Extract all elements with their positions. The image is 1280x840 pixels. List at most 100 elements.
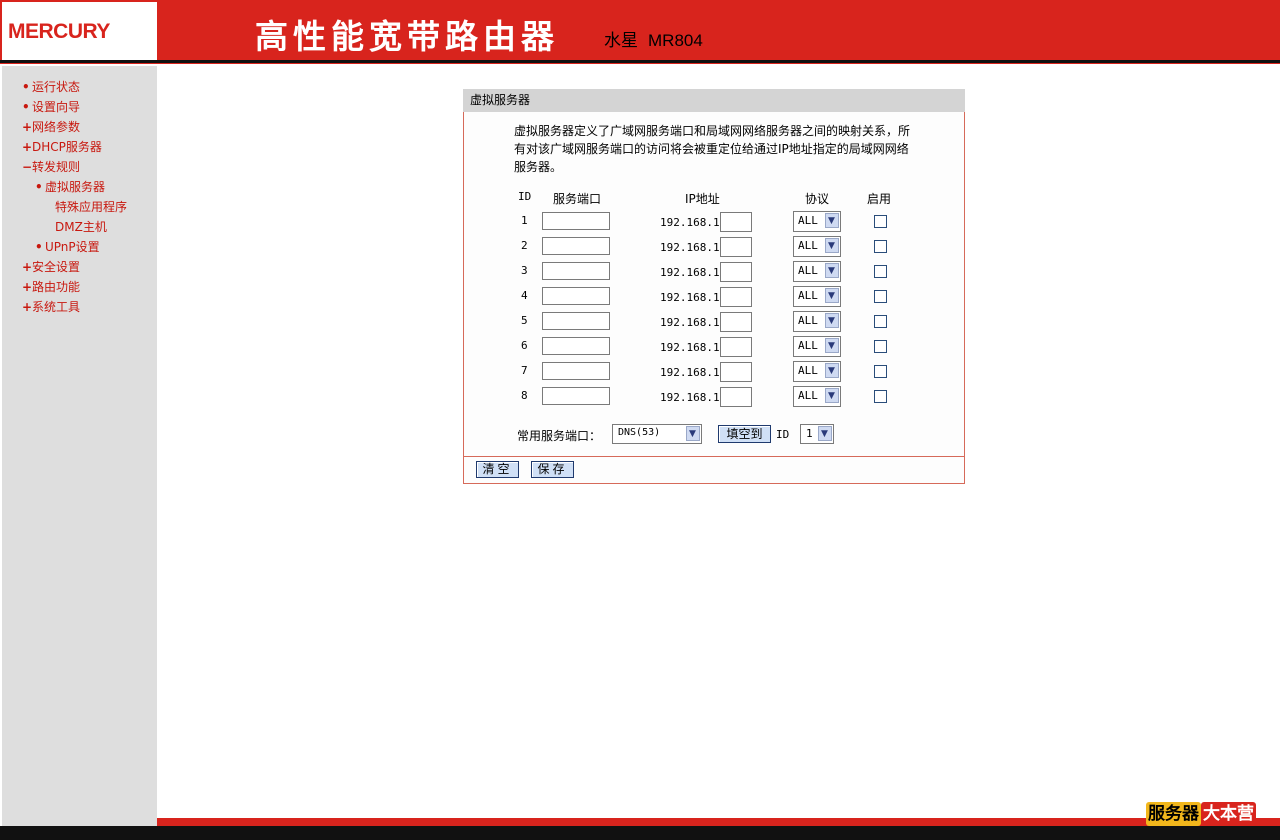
enable-checkbox[interactable] xyxy=(874,215,887,228)
dropdown-button[interactable]: ▼ xyxy=(818,426,832,441)
row-id: 6 xyxy=(521,339,528,352)
nav-marker-icon: • xyxy=(35,240,43,254)
table-row: 5 192.168.1. ALL ▼ xyxy=(464,311,964,334)
col-header-protocol: 协议 xyxy=(805,192,830,206)
sidebar-item-label: UPnP设置 xyxy=(45,240,100,254)
sidebar-item[interactable]: +路由功能 xyxy=(22,280,80,294)
protocol-value: ALL xyxy=(798,239,818,252)
service-port-input[interactable] xyxy=(542,312,610,330)
row-id: 3 xyxy=(521,264,528,277)
enable-checkbox[interactable] xyxy=(874,290,887,303)
table-row: 1 192.168.1. ALL ▼ xyxy=(464,211,964,234)
sidebar-item[interactable]: −转发规则 xyxy=(22,160,80,174)
sidebar-item[interactable]: • 设置向导 xyxy=(22,100,80,114)
col-header-ip: IP地址 xyxy=(685,192,720,206)
enable-checkbox[interactable] xyxy=(874,265,887,278)
brand-name: 水星 xyxy=(604,31,638,50)
sidebar-item[interactable]: • 虚拟服务器 xyxy=(35,180,105,194)
fill-to-button[interactable]: 填空到 xyxy=(718,425,771,443)
table-row: 3 192.168.1. ALL ▼ xyxy=(464,261,964,284)
service-port-input[interactable] xyxy=(542,237,610,255)
ip-last-octet-input[interactable] xyxy=(720,362,752,382)
product-title: 高性能宽带路由器 xyxy=(255,17,559,56)
protocol-select[interactable]: ALL ▼ xyxy=(793,236,841,257)
dropdown-button[interactable]: ▼ xyxy=(825,338,839,353)
ip-last-octet-input[interactable] xyxy=(720,387,752,407)
chevron-down-icon: ▼ xyxy=(821,429,828,439)
service-port-input[interactable] xyxy=(542,337,610,355)
dropdown-button[interactable]: ▼ xyxy=(825,263,839,278)
nav-marker-icon: • xyxy=(35,180,43,194)
protocol-select[interactable]: ALL ▼ xyxy=(793,286,841,307)
service-port-input[interactable] xyxy=(542,262,610,280)
ip-prefix: 192.168.1. xyxy=(660,216,727,229)
service-port-input[interactable] xyxy=(542,362,610,380)
ip-last-octet-input[interactable] xyxy=(720,287,752,307)
footer-black-bar xyxy=(0,826,1280,840)
panel-title-bar: 虚拟服务器 xyxy=(463,89,965,112)
enable-checkbox[interactable] xyxy=(874,365,887,378)
dropdown-button[interactable]: ▼ xyxy=(686,426,700,441)
ip-last-octet-input[interactable] xyxy=(720,212,752,232)
panel-body: 虚拟服务器定义了广域网服务端口和局域网网络服务器之间的映射关系，所有对该广域网服… xyxy=(463,112,965,484)
sidebar-item[interactable]: • UPnP设置 xyxy=(35,240,100,254)
sidebar-item-label: 虚拟服务器 xyxy=(45,180,106,194)
nav-marker-icon: • xyxy=(22,100,30,114)
panel-description: 虚拟服务器定义了广域网服务端口和局域网网络服务器之间的映射关系，所有对该广域网服… xyxy=(514,124,911,174)
row-id: 8 xyxy=(521,389,528,402)
ip-prefix: 192.168.1. xyxy=(660,341,727,354)
nav-marker-icon: − xyxy=(22,160,33,174)
ip-last-octet-input[interactable] xyxy=(720,337,752,357)
protocol-select[interactable]: ALL ▼ xyxy=(793,336,841,357)
protocol-select[interactable]: ALL ▼ xyxy=(793,386,841,407)
ip-last-octet-input[interactable] xyxy=(720,262,752,282)
dropdown-button[interactable]: ▼ xyxy=(825,388,839,403)
panel-title: 虚拟服务器 xyxy=(470,93,531,107)
protocol-value: ALL xyxy=(798,339,818,352)
sidebar-item[interactable]: 特殊应用程序 xyxy=(45,200,127,214)
site-watermark: 服务器 大本营 xyxy=(1146,802,1256,828)
ip-last-octet-input[interactable] xyxy=(720,312,752,332)
ip-last-octet-input[interactable] xyxy=(720,237,752,257)
table-row: 4 192.168.1. ALL ▼ xyxy=(464,286,964,309)
table-row: 7 192.168.1. ALL ▼ xyxy=(464,361,964,384)
protocol-select[interactable]: ALL ▼ xyxy=(793,211,841,232)
sidebar-item[interactable]: DMZ主机 xyxy=(45,220,107,234)
dropdown-button[interactable]: ▼ xyxy=(825,238,839,253)
common-port-select[interactable]: DNS(53) ▼ xyxy=(612,424,702,444)
clear-button[interactable]: 清空 xyxy=(476,461,519,478)
enable-checkbox[interactable] xyxy=(874,240,887,253)
service-port-input[interactable] xyxy=(542,212,610,230)
service-port-input[interactable] xyxy=(542,387,610,405)
nav-marker-icon: + xyxy=(22,260,33,274)
sidebar-item[interactable]: +网络参数 xyxy=(22,120,80,134)
id-select[interactable]: 1 ▼ xyxy=(800,424,834,444)
sidebar-item[interactable]: +安全设置 xyxy=(22,260,80,274)
protocol-value: ALL xyxy=(798,314,818,327)
nav-marker-icon: + xyxy=(22,140,33,154)
ip-prefix: 192.168.1. xyxy=(660,391,727,404)
service-port-input[interactable] xyxy=(542,287,610,305)
protocol-select[interactable]: ALL ▼ xyxy=(793,311,841,332)
protocol-select[interactable]: ALL ▼ xyxy=(793,361,841,382)
dropdown-button[interactable]: ▼ xyxy=(825,363,839,378)
sidebar-item[interactable]: +系统工具 xyxy=(22,300,80,314)
dropdown-button[interactable]: ▼ xyxy=(825,313,839,328)
sidebar-item[interactable]: • 运行状态 xyxy=(22,80,80,94)
footer-red-bar xyxy=(157,818,1280,826)
nav-marker-icon: + xyxy=(22,300,33,314)
protocol-value: ALL xyxy=(798,214,818,227)
table-row: 2 192.168.1. ALL ▼ xyxy=(464,236,964,259)
enable-checkbox[interactable] xyxy=(874,315,887,328)
dropdown-button[interactable]: ▼ xyxy=(825,288,839,303)
id-select-value: 1 xyxy=(806,427,813,440)
sidebar-item[interactable]: +DHCP服务器 xyxy=(22,140,102,154)
enable-checkbox[interactable] xyxy=(874,390,887,403)
sidebar-item-label: 路由功能 xyxy=(32,280,81,294)
dropdown-button[interactable]: ▼ xyxy=(825,213,839,228)
save-button[interactable]: 保存 xyxy=(531,461,574,478)
enable-checkbox[interactable] xyxy=(874,340,887,353)
protocol-select[interactable]: ALL ▼ xyxy=(793,261,841,282)
chevron-down-icon: ▼ xyxy=(689,429,696,439)
virtual-server-panel: 虚拟服务器 虚拟服务器定义了广域网服务端口和局域网网络服务器之间的映射关系，所有… xyxy=(463,89,965,484)
